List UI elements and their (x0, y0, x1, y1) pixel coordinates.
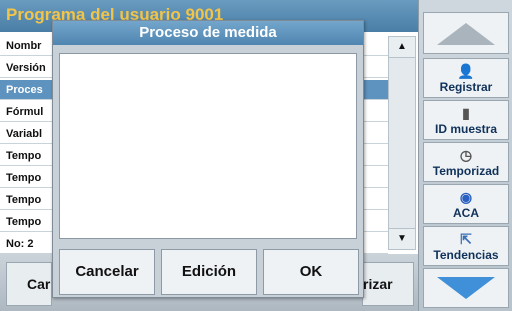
right-panel: 👤 Registrar ▮ ID muestra ◷ Temporizad ◉ … (418, 0, 512, 311)
arrow-down-icon (437, 277, 495, 299)
arrow-up-icon (437, 23, 495, 45)
scroll-up-big-button[interactable] (423, 12, 509, 54)
timer-label: Temporizad (432, 164, 500, 178)
scrollbar-track[interactable] (388, 58, 416, 228)
background-right-button[interactable]: rizar (362, 262, 414, 306)
trends-label: Tendencias (433, 248, 499, 262)
ok-button[interactable]: OK (263, 249, 359, 295)
aca-button[interactable]: ◉ ACA (423, 184, 509, 224)
scroll-up-button[interactable]: ▲ (388, 36, 416, 58)
dialog-content-area[interactable] (59, 53, 357, 239)
scroll-down-big-button[interactable] (423, 268, 509, 308)
aca-label: ACA (453, 206, 479, 220)
timer-icon: ◷ (459, 147, 473, 163)
sample-id-label: ID muestra (434, 122, 498, 136)
scroll-down-button[interactable]: ▼ (388, 228, 416, 250)
timer-button[interactable]: ◷ Temporizad (423, 142, 509, 182)
sample-id-button[interactable]: ▮ ID muestra (423, 100, 509, 140)
trend-icon: ⇱ (460, 231, 472, 247)
registrar-label: Registrar (439, 80, 493, 94)
registrar-button[interactable]: 👤 Registrar (423, 58, 509, 98)
dialog-title: Proceso de medida (53, 21, 363, 45)
sample-id-icon: ▮ (462, 105, 470, 121)
cancel-button[interactable]: Cancelar (59, 249, 155, 295)
aca-icon: ◉ (459, 189, 473, 205)
person-icon: 👤 (457, 63, 475, 79)
edit-button[interactable]: Edición (161, 249, 257, 295)
background-cancel-button[interactable]: Car (6, 262, 52, 306)
trends-button[interactable]: ⇱ Tendencias (423, 226, 509, 266)
measurement-process-dialog: Proceso de medida Cancelar Edición OK (52, 20, 364, 298)
